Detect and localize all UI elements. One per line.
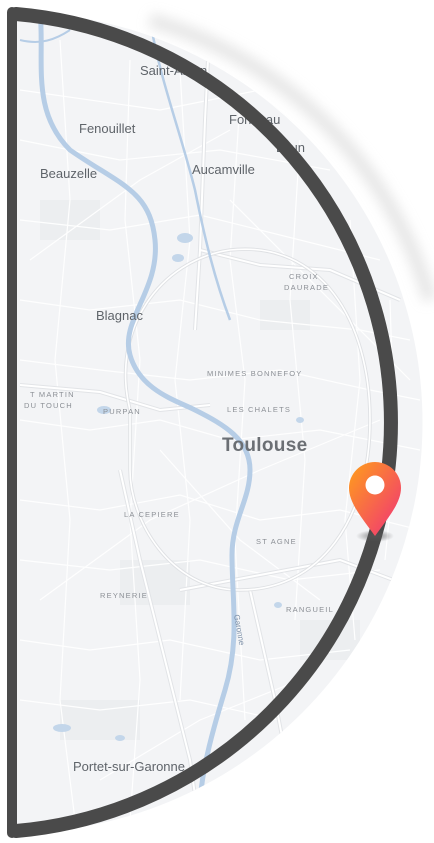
marker-center-dot [365, 475, 385, 495]
label-reynerie: REYNERIE [100, 591, 148, 600]
label-beauzelle: Beauzelle [40, 166, 97, 181]
label-la-cepiere: LA CEPIERE [124, 510, 180, 519]
label-rangueil: RANGUEIL [286, 605, 334, 614]
label-les-chalets: LES CHALETS [227, 405, 291, 414]
label-du-touch: DU TOUCH [24, 401, 73, 410]
label-minimes-bonnefoy: MINIMES BONNEFOY [207, 369, 302, 378]
label-portet-sur-garonne: Portet-sur-Garonne [73, 759, 185, 774]
label-toulouse: Toulouse [222, 435, 307, 456]
label-saint-martin: T MARTIN [30, 390, 75, 399]
label-saint-agne: ST AGNE [256, 537, 297, 546]
label-croix: CROIX [289, 272, 319, 281]
map-view[interactable]: Saint-Alban Fonbeau Fenouillet Laun Beau… [0, 0, 434, 843]
label-fenouillet: Fenouillet [79, 121, 136, 136]
map-panel: Saint-Alban Fonbeau Fenouillet Laun Beau… [0, 0, 434, 843]
label-purpan: PURPAN [103, 407, 141, 416]
label-aucamville: Aucamville [192, 162, 255, 177]
label-daurade: DAURADE [284, 283, 329, 292]
label-blagnac: Blagnac [96, 308, 143, 323]
